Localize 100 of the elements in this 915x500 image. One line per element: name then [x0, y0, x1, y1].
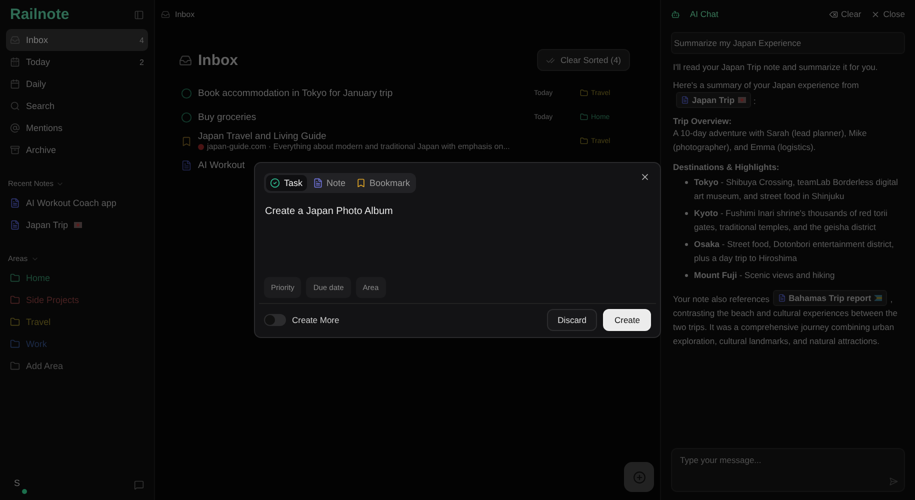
type-tab[interactable]: Task — [266, 175, 307, 191]
flag-icon — [738, 97, 746, 103]
mentions-icon — [10, 123, 20, 133]
message-input[interactable]: Type your message... — [671, 448, 905, 492]
daily-icon — [10, 79, 20, 89]
bullet-icon — [685, 181, 688, 184]
breadcrumb[interactable]: Inbox — [175, 10, 195, 19]
user-message: Summarize my Japan Experience — [671, 32, 905, 54]
nav-item[interactable]: Daily — [6, 73, 148, 95]
flag-icon — [74, 222, 82, 228]
create-more-toggle[interactable] — [264, 314, 286, 326]
nav-item[interactable]: Search — [6, 95, 148, 117]
document-icon — [10, 198, 20, 208]
message-text[interactable]: Type your message... — [678, 454, 898, 466]
area-label: Side Projects — [26, 295, 80, 305]
chat-paragraph: A 10-day adventure with Sarah (lead planner), Mike (photographer), and Emma (logistics). — [673, 127, 868, 154]
folder-icon — [10, 361, 20, 371]
close-icon — [871, 10, 880, 18]
count: 2 — [140, 58, 144, 66]
document-icon — [681, 96, 689, 104]
chat-paragraph: I'll read your Japan Trip note and summarize it for you. — [673, 61, 879, 74]
bookmark-icon — [181, 136, 192, 146]
today-icon — [10, 57, 20, 67]
note-title: Japan Trip — [26, 220, 68, 230]
document-icon — [10, 220, 20, 230]
section-heading: Trip Overview: — [673, 116, 733, 126]
list-item: Osaka - Street food, Dotonbori entertainment district, plus a day trip to Hiroshima — [694, 238, 895, 265]
logo: Railnote — [10, 6, 70, 23]
flag-icon — [874, 295, 882, 301]
site-favicon-icon — [198, 144, 204, 150]
nav-item[interactable]: Inbox 4 — [6, 29, 148, 51]
add-area-item[interactable]: Add Area — [6, 355, 148, 377]
user-avatar[interactable]: S — [10, 476, 24, 490]
type-tab[interactable]: Bookmark — [352, 175, 414, 191]
add-area-label: Add Area — [26, 361, 64, 371]
discard-button[interactable]: Discard — [546, 309, 598, 331]
page-title: Inbox — [198, 52, 238, 68]
task-icon — [270, 178, 280, 188]
count: 4 — [140, 36, 144, 44]
recent-note-item[interactable]: Japan Trip — [6, 214, 148, 236]
item-title[interactable]: Book accommodation in Tokyo for January trip — [198, 88, 528, 98]
list-item: Tokyo - Shibuya Crossing, teamLab Borderless digital art museum, and street food in Shinjuku — [694, 176, 899, 203]
nav-label: Search — [26, 101, 55, 111]
sidebar-toggle-icon[interactable] — [134, 10, 144, 20]
add-button[interactable] — [624, 462, 654, 492]
nav-label: Mentions — [26, 123, 63, 133]
note-title: AI Workout Coach app — [26, 198, 116, 208]
item-excerpt: japan-guide.com · Everything about modern and traditional Japan with emphasis on... — [207, 142, 510, 151]
bullet-icon — [685, 212, 688, 215]
nav-label: Archive — [26, 145, 56, 155]
item-title[interactable]: Buy groceries — [198, 112, 528, 122]
toggle-label: Create More — [292, 315, 340, 325]
inbox-icon — [10, 35, 20, 45]
nav-item[interactable]: Mentions — [6, 117, 148, 139]
note-mention[interactable]: Bahamas Trip report — [772, 290, 888, 306]
double-check-icon — [546, 56, 555, 64]
close-button[interactable]: Close — [871, 9, 905, 19]
section-heading: Destinations & Highlights: — [673, 162, 780, 172]
nav-item[interactable]: Archive — [6, 139, 148, 161]
recent-note-item[interactable]: AI Workout Coach app — [6, 192, 148, 214]
erase-icon — [828, 10, 838, 18]
bullet-icon — [685, 274, 688, 277]
create-button[interactable]: Create — [603, 309, 651, 331]
close-icon — [640, 172, 650, 182]
note-mention[interactable]: Japan Trip — [676, 92, 751, 108]
bot-icon — [671, 10, 680, 18]
nav-label: Daily — [26, 79, 46, 89]
document-icon — [778, 294, 786, 302]
inbox-icon — [161, 10, 170, 19]
close-button[interactable] — [640, 172, 650, 182]
inbox-icon — [179, 54, 192, 66]
send-icon[interactable] — [889, 477, 898, 486]
area-item[interactable]: Travel — [6, 311, 148, 333]
bookmark-icon — [356, 178, 366, 188]
type-tab[interactable]: Note — [308, 175, 350, 191]
nav-label: Today — [26, 57, 50, 67]
clear-button[interactable]: Clear — [828, 9, 862, 19]
bullet-icon — [685, 243, 688, 246]
area-item[interactable]: Home — [6, 267, 148, 289]
search-icon — [10, 101, 20, 111]
nav-label: Inbox — [26, 35, 48, 45]
plus-circle-icon — [632, 470, 646, 484]
area-label: Home — [26, 273, 50, 283]
item-title[interactable]: Japan Travel and Living Guide — [198, 131, 528, 142]
circle-icon[interactable] — [181, 112, 192, 122]
chat-paragraph: Your note also references Bahamas Trip report , contrasting the beach and cultural experiences between the two trips. It was a comprehensive journey combining urban exploration, cultural landmarks, and natural attractions. — [673, 290, 905, 348]
note-icon — [312, 178, 323, 188]
list-item: Mount Fuji - Scenic views and hiking — [694, 269, 835, 282]
clear-sorted-button[interactable]: Clear Sorted (4) — [536, 49, 630, 71]
archive-icon — [10, 145, 20, 155]
area-label: Travel — [26, 317, 51, 327]
nav-item[interactable]: Today 2 — [6, 51, 148, 73]
document-icon — [181, 160, 192, 170]
chat-icon[interactable] — [134, 480, 144, 490]
chat-paragraph: Here's a summary of your Japan experience from Japan Trip : — [673, 79, 860, 108]
circle-icon[interactable] — [181, 88, 192, 98]
list-item: Kyoto - Fushimi Inari shrine's thousands of red torii gates, traditional temples, and the geisha district — [694, 207, 888, 234]
area-label: Work — [26, 339, 47, 349]
chat-title: AI Chat — [690, 9, 720, 19]
title-input[interactable]: Create a Japan Photo Album — [264, 206, 651, 217]
